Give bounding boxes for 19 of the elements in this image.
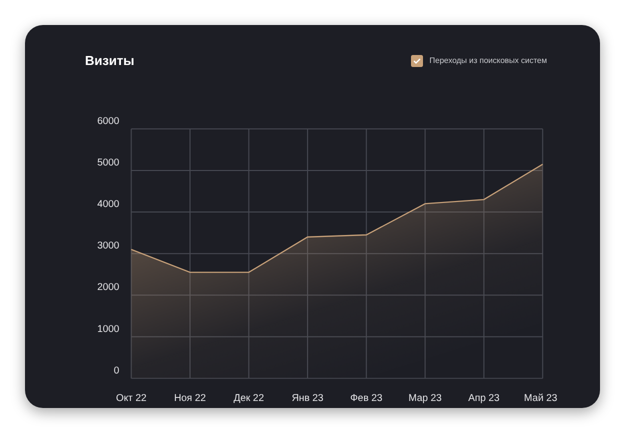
legend-checkbox[interactable] — [411, 54, 424, 67]
y-tick-label: 4000 — [97, 198, 120, 210]
check-icon — [413, 58, 422, 64]
y-tick-label: 3000 — [97, 240, 120, 252]
y-tick-label: 6000 — [97, 116, 120, 127]
x-tick-label: Дек 22 — [234, 393, 264, 404]
x-tick-label: Янв 23 — [292, 393, 324, 404]
x-tick-label: Мар 23 — [408, 393, 442, 404]
x-tick-label: Май 23 — [524, 393, 558, 404]
y-tick-label: 1000 — [97, 324, 120, 335]
x-tick-label: Фев 23 — [350, 393, 382, 404]
legend-label: Переходы из поисковых систем — [429, 54, 547, 67]
y-tick-label: 0 — [114, 365, 120, 376]
x-tick-label: Апр 23 — [468, 393, 500, 404]
y-tick-label: 5000 — [97, 157, 120, 168]
card-title: Визиты — [85, 52, 134, 70]
x-tick-label: Ноя 22 — [174, 393, 206, 404]
x-tick-label: Окт 22 — [116, 393, 146, 404]
y-tick-label: 2000 — [97, 282, 120, 294]
